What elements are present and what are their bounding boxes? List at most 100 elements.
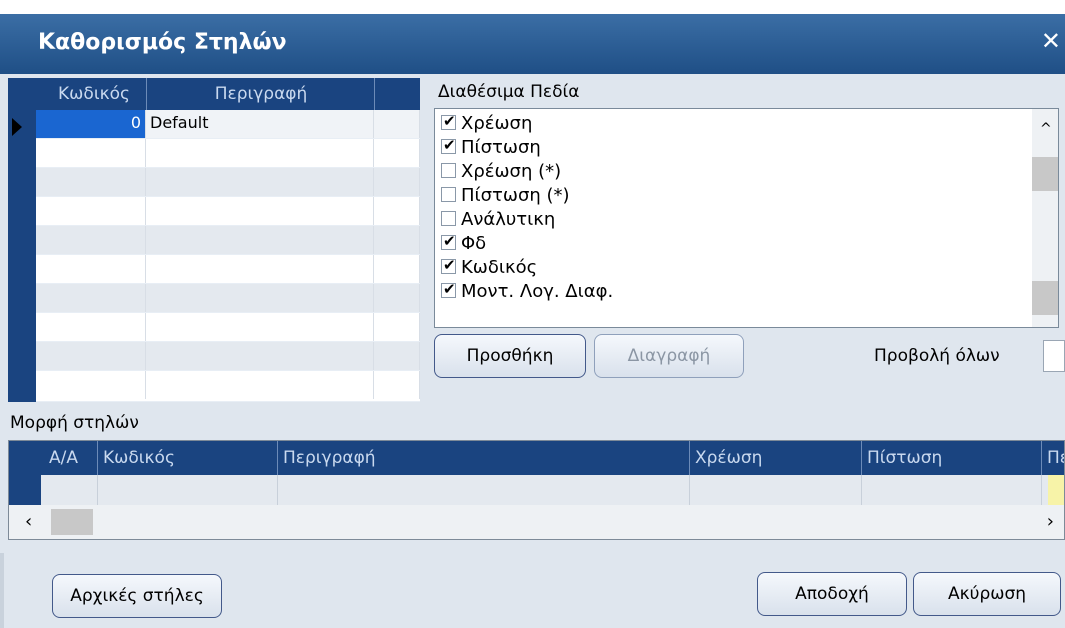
cell-description[interactable] <box>146 342 374 370</box>
scroll-up-icon[interactable]: ^ <box>1040 121 1052 137</box>
cell-code[interactable] <box>36 168 146 196</box>
table-row[interactable] <box>36 197 420 226</box>
field-label: Μοντ. Λογ. Διαφ. <box>461 281 614 302</box>
cell-extra <box>374 226 420 254</box>
cell-description[interactable] <box>146 371 374 399</box>
cell-extra <box>374 110 420 138</box>
cell-code[interactable] <box>36 284 146 312</box>
cell-extra <box>374 197 420 225</box>
cell-extra <box>374 255 420 283</box>
definitions-grid: Κωδικός Περιγραφή 0 Default <box>8 78 420 402</box>
field-item[interactable]: Χρέωση (*) <box>441 161 561 185</box>
cell-description[interactable] <box>146 139 374 167</box>
header-extra[interactable]: Πε <box>1047 448 1064 468</box>
field-label: Πίστωση (*) <box>461 185 570 206</box>
highlighted-cell[interactable] <box>1048 475 1064 505</box>
initial-columns-button[interactable]: Αρχικές στήλες <box>52 574 222 618</box>
checkbox-checked-icon[interactable] <box>441 256 456 274</box>
header-code[interactable]: Κωδικός <box>103 448 175 468</box>
cell-extra <box>374 284 420 312</box>
cell-description[interactable] <box>146 226 374 254</box>
field-label: Πίστωση <box>461 137 541 158</box>
field-label: Φδ <box>461 233 487 254</box>
scroll-left-icon[interactable]: ‹ <box>25 511 32 532</box>
checkbox-checked-icon[interactable] <box>441 112 456 130</box>
cell-extra <box>374 371 420 399</box>
cell-extra <box>374 139 420 167</box>
cell-description[interactable] <box>146 313 374 341</box>
cell-description[interactable] <box>146 255 374 283</box>
table-row[interactable] <box>36 226 420 255</box>
field-item[interactable]: Ανάλυτικη <box>441 209 555 233</box>
header-debit[interactable]: Χρέωση <box>695 448 762 468</box>
checkbox-checked-icon[interactable] <box>441 136 456 154</box>
cell-code[interactable] <box>36 342 146 370</box>
scroll-right-icon[interactable]: › <box>1047 511 1054 532</box>
cell-description[interactable]: Default <box>146 110 374 138</box>
field-item[interactable]: Πίστωση <box>441 136 541 161</box>
cell-code[interactable] <box>36 371 146 399</box>
field-item[interactable]: Κωδικός <box>441 256 538 281</box>
cell-description[interactable] <box>146 197 374 225</box>
show-all-label: Προβολή όλων <box>874 346 1000 366</box>
checkbox-icon[interactable] <box>441 163 456 178</box>
accept-button[interactable]: Αποδοχή <box>757 572 907 616</box>
field-label: Ανάλυτικη <box>461 209 556 230</box>
cancel-button[interactable]: Ακύρωση <box>913 572 1061 616</box>
cell-code[interactable]: 0 <box>36 110 146 138</box>
table-row[interactable] <box>41 475 1064 505</box>
field-item[interactable]: Χρέωση <box>441 112 533 137</box>
close-icon[interactable]: ✕ <box>1041 27 1061 55</box>
grid-header: Κωδικός Περιγραφή <box>36 78 420 110</box>
field-label: Κωδικός <box>461 257 538 278</box>
row-indicator-icon <box>12 118 22 136</box>
table-row[interactable] <box>36 139 420 168</box>
table-row[interactable] <box>36 284 420 313</box>
scroll-thumb[interactable] <box>51 509 93 535</box>
column-format-header: Α/Α Κωδικός Περιγραφή Χρέωση Πίστωση Πε <box>41 441 1064 475</box>
header-credit[interactable]: Πίστωση <box>867 448 942 468</box>
field-label: Χρέωση <box>461 113 533 134</box>
add-button[interactable]: Προσθήκη <box>434 334 586 378</box>
horizontal-scrollbar[interactable]: ‹ › <box>9 505 1064 539</box>
cell-code[interactable] <box>36 197 146 225</box>
cell-code[interactable] <box>36 226 146 254</box>
field-item[interactable]: Φδ <box>441 232 487 257</box>
show-all-checkbox[interactable] <box>1043 340 1065 372</box>
available-fields-list[interactable]: Χρέωση Πίστωση Χρέωση (*) Πίστωση (*) Αν… <box>434 108 1059 328</box>
cell-description[interactable] <box>146 168 374 196</box>
cell-extra <box>374 313 420 341</box>
checkbox-checked-icon[interactable] <box>441 232 456 250</box>
field-item[interactable]: Πίστωση (*) <box>441 185 570 209</box>
header-description[interactable]: Περιγραφή <box>283 448 376 468</box>
column-format-grid: Α/Α Κωδικός Περιγραφή Χρέωση Πίστωση Πε … <box>8 440 1065 540</box>
table-row[interactable] <box>36 342 420 371</box>
table-row[interactable] <box>36 168 420 197</box>
checkbox-checked-icon[interactable] <box>441 280 456 298</box>
scroll-thumb[interactable] <box>1032 157 1058 191</box>
table-row[interactable] <box>36 313 420 342</box>
checkbox-icon[interactable] <box>441 187 456 202</box>
field-label: Χρέωση (*) <box>461 161 562 182</box>
cell-extra <box>374 342 420 370</box>
cell-code[interactable] <box>36 139 146 167</box>
table-row[interactable]: 0 Default <box>36 110 420 139</box>
window-edge <box>0 553 4 628</box>
scroll-thumb[interactable] <box>1032 281 1058 315</box>
table-row[interactable] <box>36 255 420 284</box>
header-description[interactable]: Περιγραφή <box>148 84 374 104</box>
vertical-scrollbar[interactable]: ^ <box>1032 109 1058 327</box>
window-title: Καθορισμός Στηλών <box>38 30 287 55</box>
checkbox-icon[interactable] <box>441 211 456 226</box>
cell-description[interactable] <box>146 284 374 312</box>
field-item[interactable]: Μοντ. Λογ. Διαφ. <box>441 280 614 305</box>
delete-button[interactable]: Διαγραφή <box>594 334 744 378</box>
available-fields-label: Διαθέσιμα Πεδία <box>438 82 580 102</box>
header-code[interactable]: Κωδικός <box>44 84 144 104</box>
column-format-label: Μορφή στηλών <box>10 413 139 433</box>
grid-rows: 0 Default <box>36 110 420 402</box>
cell-code[interactable] <box>36 255 146 283</box>
header-aa[interactable]: Α/Α <box>49 448 78 468</box>
table-row[interactable] <box>36 371 420 402</box>
cell-code[interactable] <box>36 313 146 341</box>
